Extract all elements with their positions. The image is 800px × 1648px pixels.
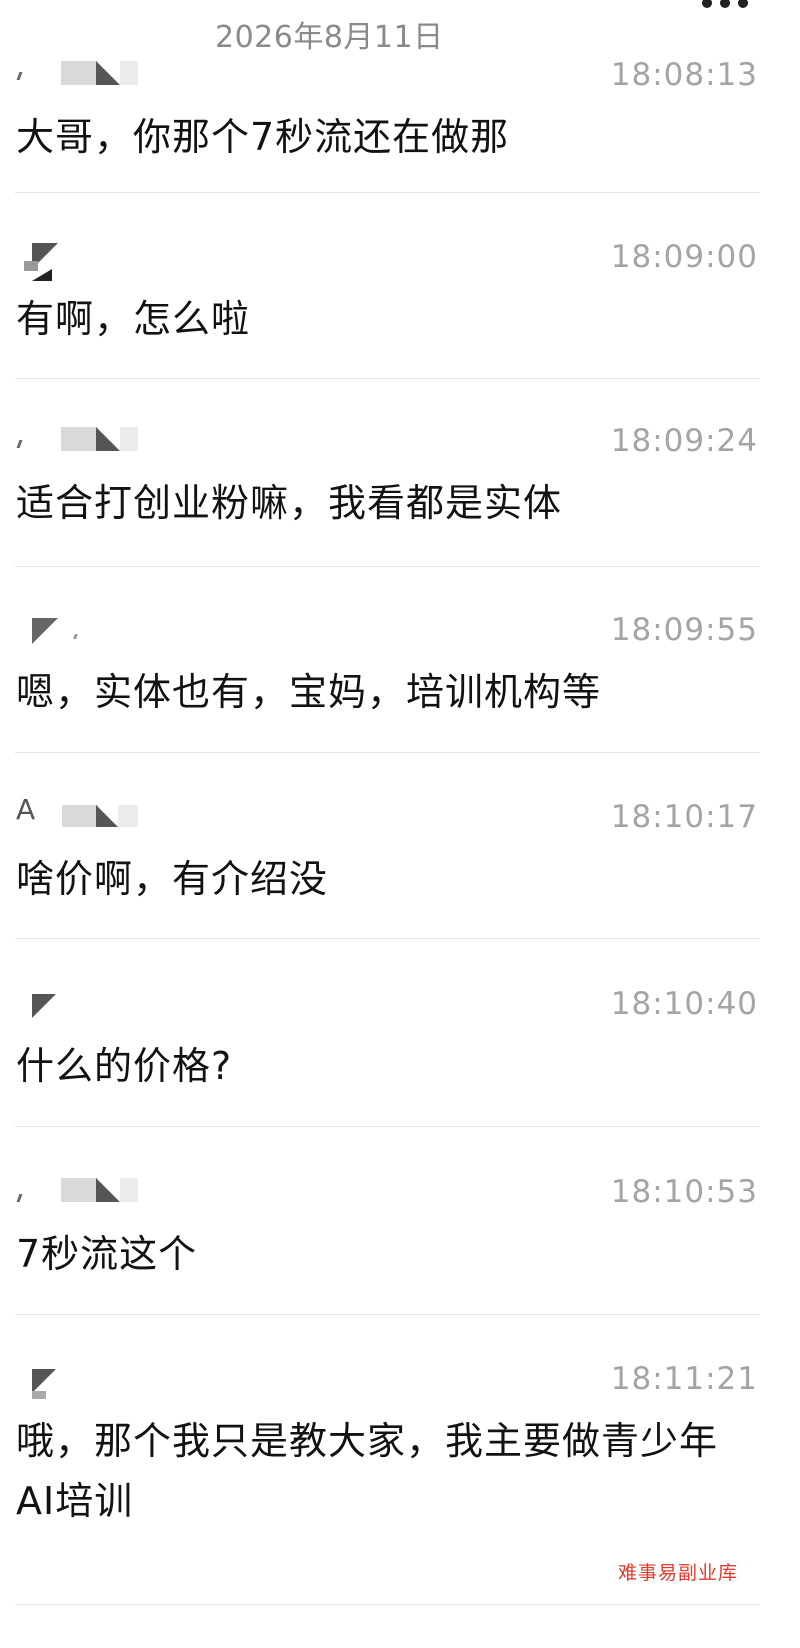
sender-redacted xyxy=(16,986,156,1026)
message-timestamp: 18:09:55 xyxy=(610,612,758,648)
message-timestamp: 18:10:40 xyxy=(610,986,758,1022)
message-item[interactable]: 18:09:24 适合打创业粉嘛，我看都是实体 xyxy=(0,423,800,615)
date-header: 2026年8月11日 xyxy=(215,20,444,55)
message-timestamp: 18:10:17 xyxy=(610,799,758,835)
divider xyxy=(15,378,760,379)
message-item[interactable]: 18:09:00 有啊，怎么啦 xyxy=(0,239,800,431)
divider xyxy=(15,938,760,939)
message-timestamp: 18:10:53 xyxy=(610,1174,758,1210)
divider xyxy=(15,1604,760,1605)
sender-initial: A xyxy=(16,793,36,826)
message-text: 啥价啊，有介绍没 xyxy=(16,857,329,901)
divider xyxy=(15,566,760,567)
sender-redacted xyxy=(16,1361,156,1401)
message-text: 大哥，你那个7秒流还在做那 xyxy=(16,115,510,159)
message-item[interactable]: 18:10:53 7秒流这个 xyxy=(0,1174,800,1366)
sender-redacted xyxy=(16,239,156,281)
message-text: 嗯，实体也有，宝妈，培训机构等 xyxy=(16,670,602,714)
message-text: 有啊，怎么啦 xyxy=(16,297,251,341)
message-item[interactable]: 18:08:13 大哥，你那个7秒流还在做那 xyxy=(0,57,800,249)
divider xyxy=(15,1314,760,1315)
message-timestamp: 18:09:24 xyxy=(610,423,758,459)
message-item[interactable]: 18:10:40 什么的价格? xyxy=(0,986,800,1178)
watermark-label: 难事易副业库 xyxy=(617,1562,738,1584)
message-timestamp: 18:11:21 xyxy=(610,1361,758,1397)
message-text: 7秒流这个 xyxy=(16,1232,198,1276)
sender-redacted xyxy=(16,423,156,463)
divider xyxy=(15,1126,760,1127)
message-item[interactable]: 18:09:55 嗯，实体也有，宝妈，培训机构等 xyxy=(0,612,800,804)
divider xyxy=(15,752,760,753)
sender-redacted: A xyxy=(16,793,156,839)
more-dots-icon[interactable] xyxy=(702,0,750,8)
message-text: 哦，那个我只是教大家，我主要做青少年AI培训 xyxy=(16,1419,719,1523)
sender-redacted xyxy=(16,57,156,97)
message-timestamp: 18:09:00 xyxy=(610,239,758,275)
divider xyxy=(15,192,760,193)
sender-redacted xyxy=(16,612,156,652)
message-item[interactable]: A 18:10:17 啥价啊，有介绍没 xyxy=(0,793,800,991)
message-timestamp: 18:08:13 xyxy=(610,57,758,93)
message-text: 什么的价格? xyxy=(16,1044,233,1088)
message-text: 适合打创业粉嘛，我看都是实体 xyxy=(16,481,563,525)
sender-redacted xyxy=(16,1174,156,1214)
